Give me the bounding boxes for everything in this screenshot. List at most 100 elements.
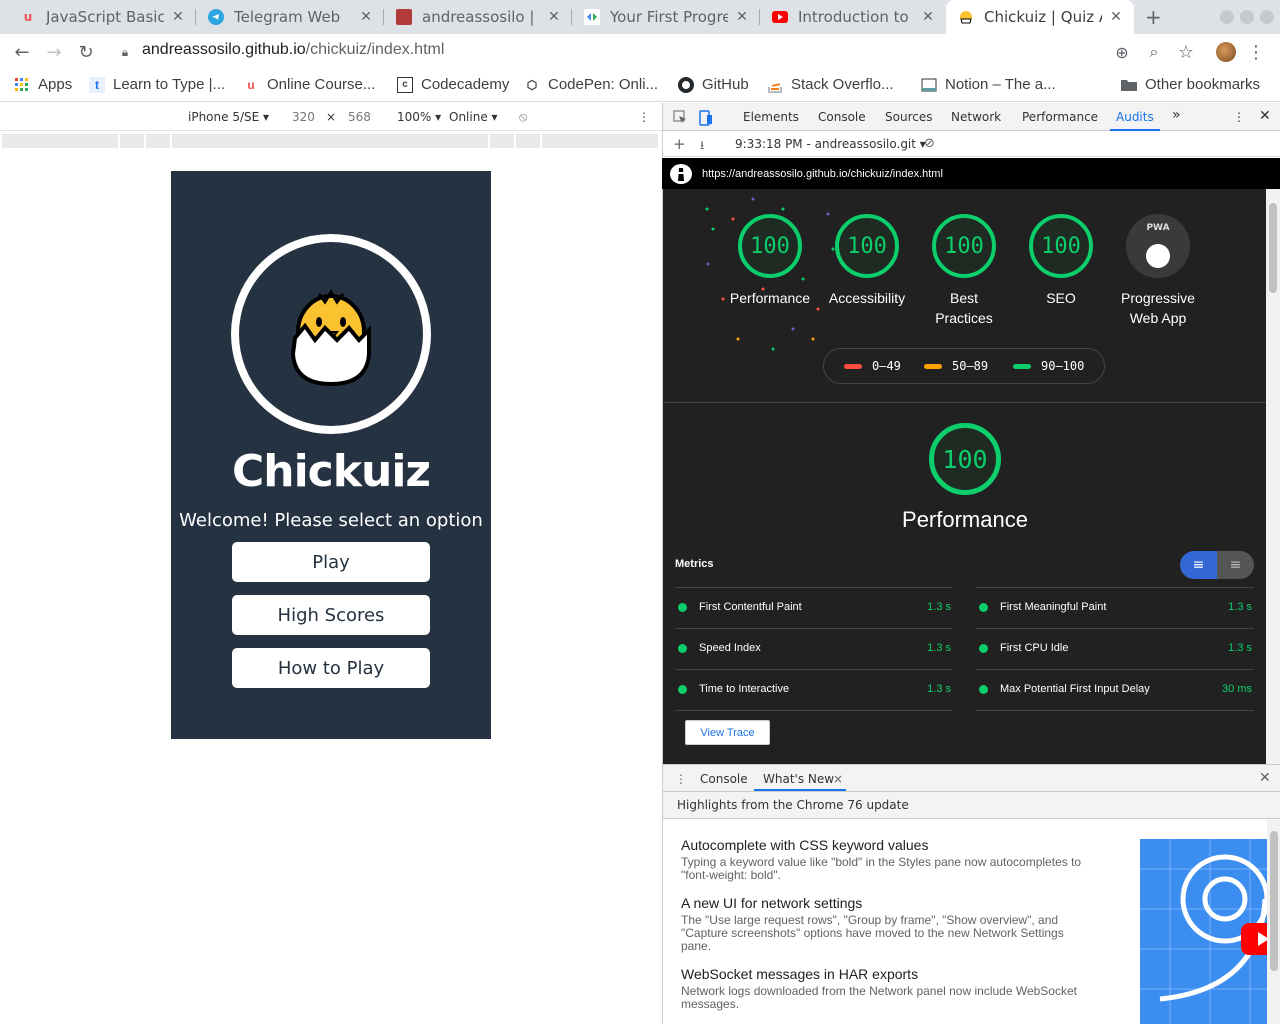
zoom-select[interactable]: 100% ▾ (397, 110, 441, 124)
device-viewport: Chickuiz Welcome! Please select an optio… (171, 171, 491, 739)
expanded-view-icon[interactable]: ≡ (1217, 551, 1254, 579)
media-query-bar[interactable] (2, 134, 658, 148)
tab-label: Your First Progres (610, 8, 728, 26)
seo-gauge[interactable]: 100 (1029, 214, 1093, 278)
bookmark-star-icon[interactable]: ☆ (1174, 40, 1198, 64)
browser-tab[interactable]: Your First Progres ✕ (572, 0, 760, 34)
address-bar[interactable]: andreassosilo.github.io/chickuiz/index.h… (142, 41, 444, 59)
pass-indicator (979, 644, 988, 653)
tab-performance[interactable]: Performance (1022, 110, 1098, 124)
scrollbar-thumb[interactable] (1270, 831, 1278, 971)
close-devtools-icon[interactable]: ✕ (1259, 108, 1271, 124)
browser-tab-active[interactable]: Chickuiz | Quiz Ap ✕ (946, 0, 1134, 34)
bookmark-item[interactable]: Notion – The a... (921, 76, 1056, 93)
maximize-button[interactable] (1240, 10, 1254, 24)
close-tab-icon[interactable]: × (833, 772, 843, 786)
whats-new-item[interactable]: WebSocket messages in HAR exports Networ… (681, 966, 1091, 1011)
drawer-menu-icon[interactable]: ⋮ (675, 772, 687, 786)
tab-elements[interactable]: Elements (743, 110, 799, 124)
device-width-input[interactable]: 320 (292, 110, 315, 124)
metric-value: 1.3 s (1228, 642, 1252, 654)
device-select[interactable]: iPhone 5/SE ▾ (188, 110, 269, 124)
new-audit-icon[interactable]: + (673, 135, 686, 153)
close-window-button[interactable] (1260, 10, 1274, 24)
bookmark-item[interactable]: u Online Course... (243, 76, 375, 93)
legend-item: 0–49 (844, 359, 901, 373)
network-throttle-select[interactable]: Online ▾ (449, 110, 498, 124)
drawer-tab-console[interactable]: Console (700, 772, 748, 786)
download-icon[interactable]: ⭳ (700, 136, 704, 157)
report-url[interactable]: https://andreassosilo.github.io/chickuiz… (702, 168, 943, 180)
tab-audits[interactable]: Audits (1110, 110, 1160, 131)
clear-icon[interactable]: ⊘ (924, 136, 935, 151)
tab-console[interactable]: Console (818, 110, 866, 124)
forward-icon[interactable]: → (42, 40, 66, 64)
metrics-view-toggle[interactable]: ≡ ≡ (1180, 551, 1254, 579)
play-button[interactable]: Play (232, 542, 430, 582)
device-mode-icon[interactable] (699, 110, 713, 129)
menu-icon[interactable]: ⋮ (1244, 40, 1268, 64)
browser-tab[interactable]: Introduction to Se ✕ (760, 0, 946, 34)
metric-value: 30 ms (1222, 683, 1252, 695)
best-practices-gauge[interactable]: 100 (932, 214, 996, 278)
video-thumbnail[interactable] (1140, 839, 1280, 1024)
high-scores-button[interactable]: High Scores (232, 595, 430, 635)
tab-sources[interactable]: Sources (885, 110, 932, 124)
close-icon[interactable]: ✕ (1108, 9, 1124, 25)
bookmark-item[interactable]: ⬡ CodePen: Onli... (524, 76, 658, 93)
compact-view-icon[interactable]: ≡ (1180, 551, 1217, 579)
view-trace-button[interactable]: View Trace (685, 720, 770, 745)
scrollbar-thumb[interactable] (1269, 203, 1277, 293)
zoom-icon[interactable]: ⌕ (1142, 40, 1166, 64)
pwa-badge[interactable]: PWA (1126, 214, 1190, 278)
metric-row: Speed Index 1.3 s (675, 628, 953, 669)
device-height-input[interactable]: 568 (348, 110, 371, 124)
whats-new-item[interactable]: Autocomplete with CSS keyword values Typ… (681, 837, 1091, 882)
devtools-menu-icon[interactable]: ⋮ (1233, 110, 1245, 124)
bookmark-item[interactable]: t Learn to Type |... (89, 76, 225, 93)
close-drawer-icon[interactable]: ✕ (1259, 770, 1271, 786)
report-scrollbar[interactable] (1266, 189, 1280, 764)
pass-indicator (678, 603, 687, 612)
metric-name: First CPU Idle (1000, 642, 1069, 654)
pwa-label: Progressive Web App (1121, 290, 1195, 326)
lock-icon[interactable]: 🔒︎ (113, 40, 137, 64)
other-bookmarks[interactable]: Other bookmarks (1121, 76, 1260, 93)
tab-network[interactable]: Network (951, 110, 1001, 124)
close-icon[interactable]: ✕ (920, 9, 936, 25)
back-icon[interactable]: ← (10, 40, 34, 64)
inspect-icon[interactable] (673, 110, 687, 127)
close-icon[interactable]: ✕ (734, 9, 750, 25)
close-icon[interactable]: ✕ (358, 9, 374, 25)
github-icon (678, 76, 694, 93)
metrics-heading: Metrics (675, 558, 714, 570)
browser-tab[interactable]: u JavaScript Basics ✕ (8, 0, 196, 34)
new-tab-button[interactable]: + (1145, 5, 1162, 29)
bookmark-item[interactable]: Apps (14, 76, 72, 93)
whats-new-item[interactable]: A new UI for network settings The "Use l… (681, 895, 1091, 953)
close-icon[interactable]: ✕ (546, 9, 562, 25)
more-options-icon[interactable]: ⋮ (638, 110, 650, 124)
lighthouse-icon (670, 164, 692, 184)
reload-icon[interactable]: ↻ (74, 40, 98, 64)
bookmark-item[interactable]: GitHub (678, 76, 749, 93)
drawer-tab-whats-new[interactable]: What's New (763, 772, 834, 786)
minimize-button[interactable] (1220, 10, 1234, 24)
app-title: Chickuiz (231, 446, 431, 497)
accessibility-gauge[interactable]: 100 (835, 214, 899, 278)
best-practices-gauge-label: Best Practices (935, 290, 993, 326)
bookmark-item[interactable]: Stack Overflo... (767, 76, 894, 93)
close-icon[interactable]: ✕ (170, 9, 186, 25)
drawer-scrollbar[interactable] (1267, 819, 1280, 1024)
report-select[interactable]: 9:33:18 PM - andreassosilo.git ▾ (735, 137, 926, 151)
rotate-icon[interactable]: ⦸ (519, 110, 527, 125)
bookmark-item[interactable]: c Codecademy (397, 76, 509, 93)
install-icon[interactable]: ⊕ (1110, 40, 1134, 64)
browser-tab[interactable]: andreassosilo | Co ✕ (384, 0, 572, 34)
more-tabs-icon[interactable]: » (1172, 107, 1181, 123)
performance-gauge[interactable]: 100 (738, 214, 802, 278)
browser-tab[interactable]: Telegram Web ✕ (196, 0, 384, 34)
bookmarks-bar: Apps t Learn to Type |... u Online Cours… (0, 70, 1280, 102)
how-to-play-button[interactable]: How to Play (232, 648, 430, 688)
avatar[interactable] (1216, 42, 1236, 62)
